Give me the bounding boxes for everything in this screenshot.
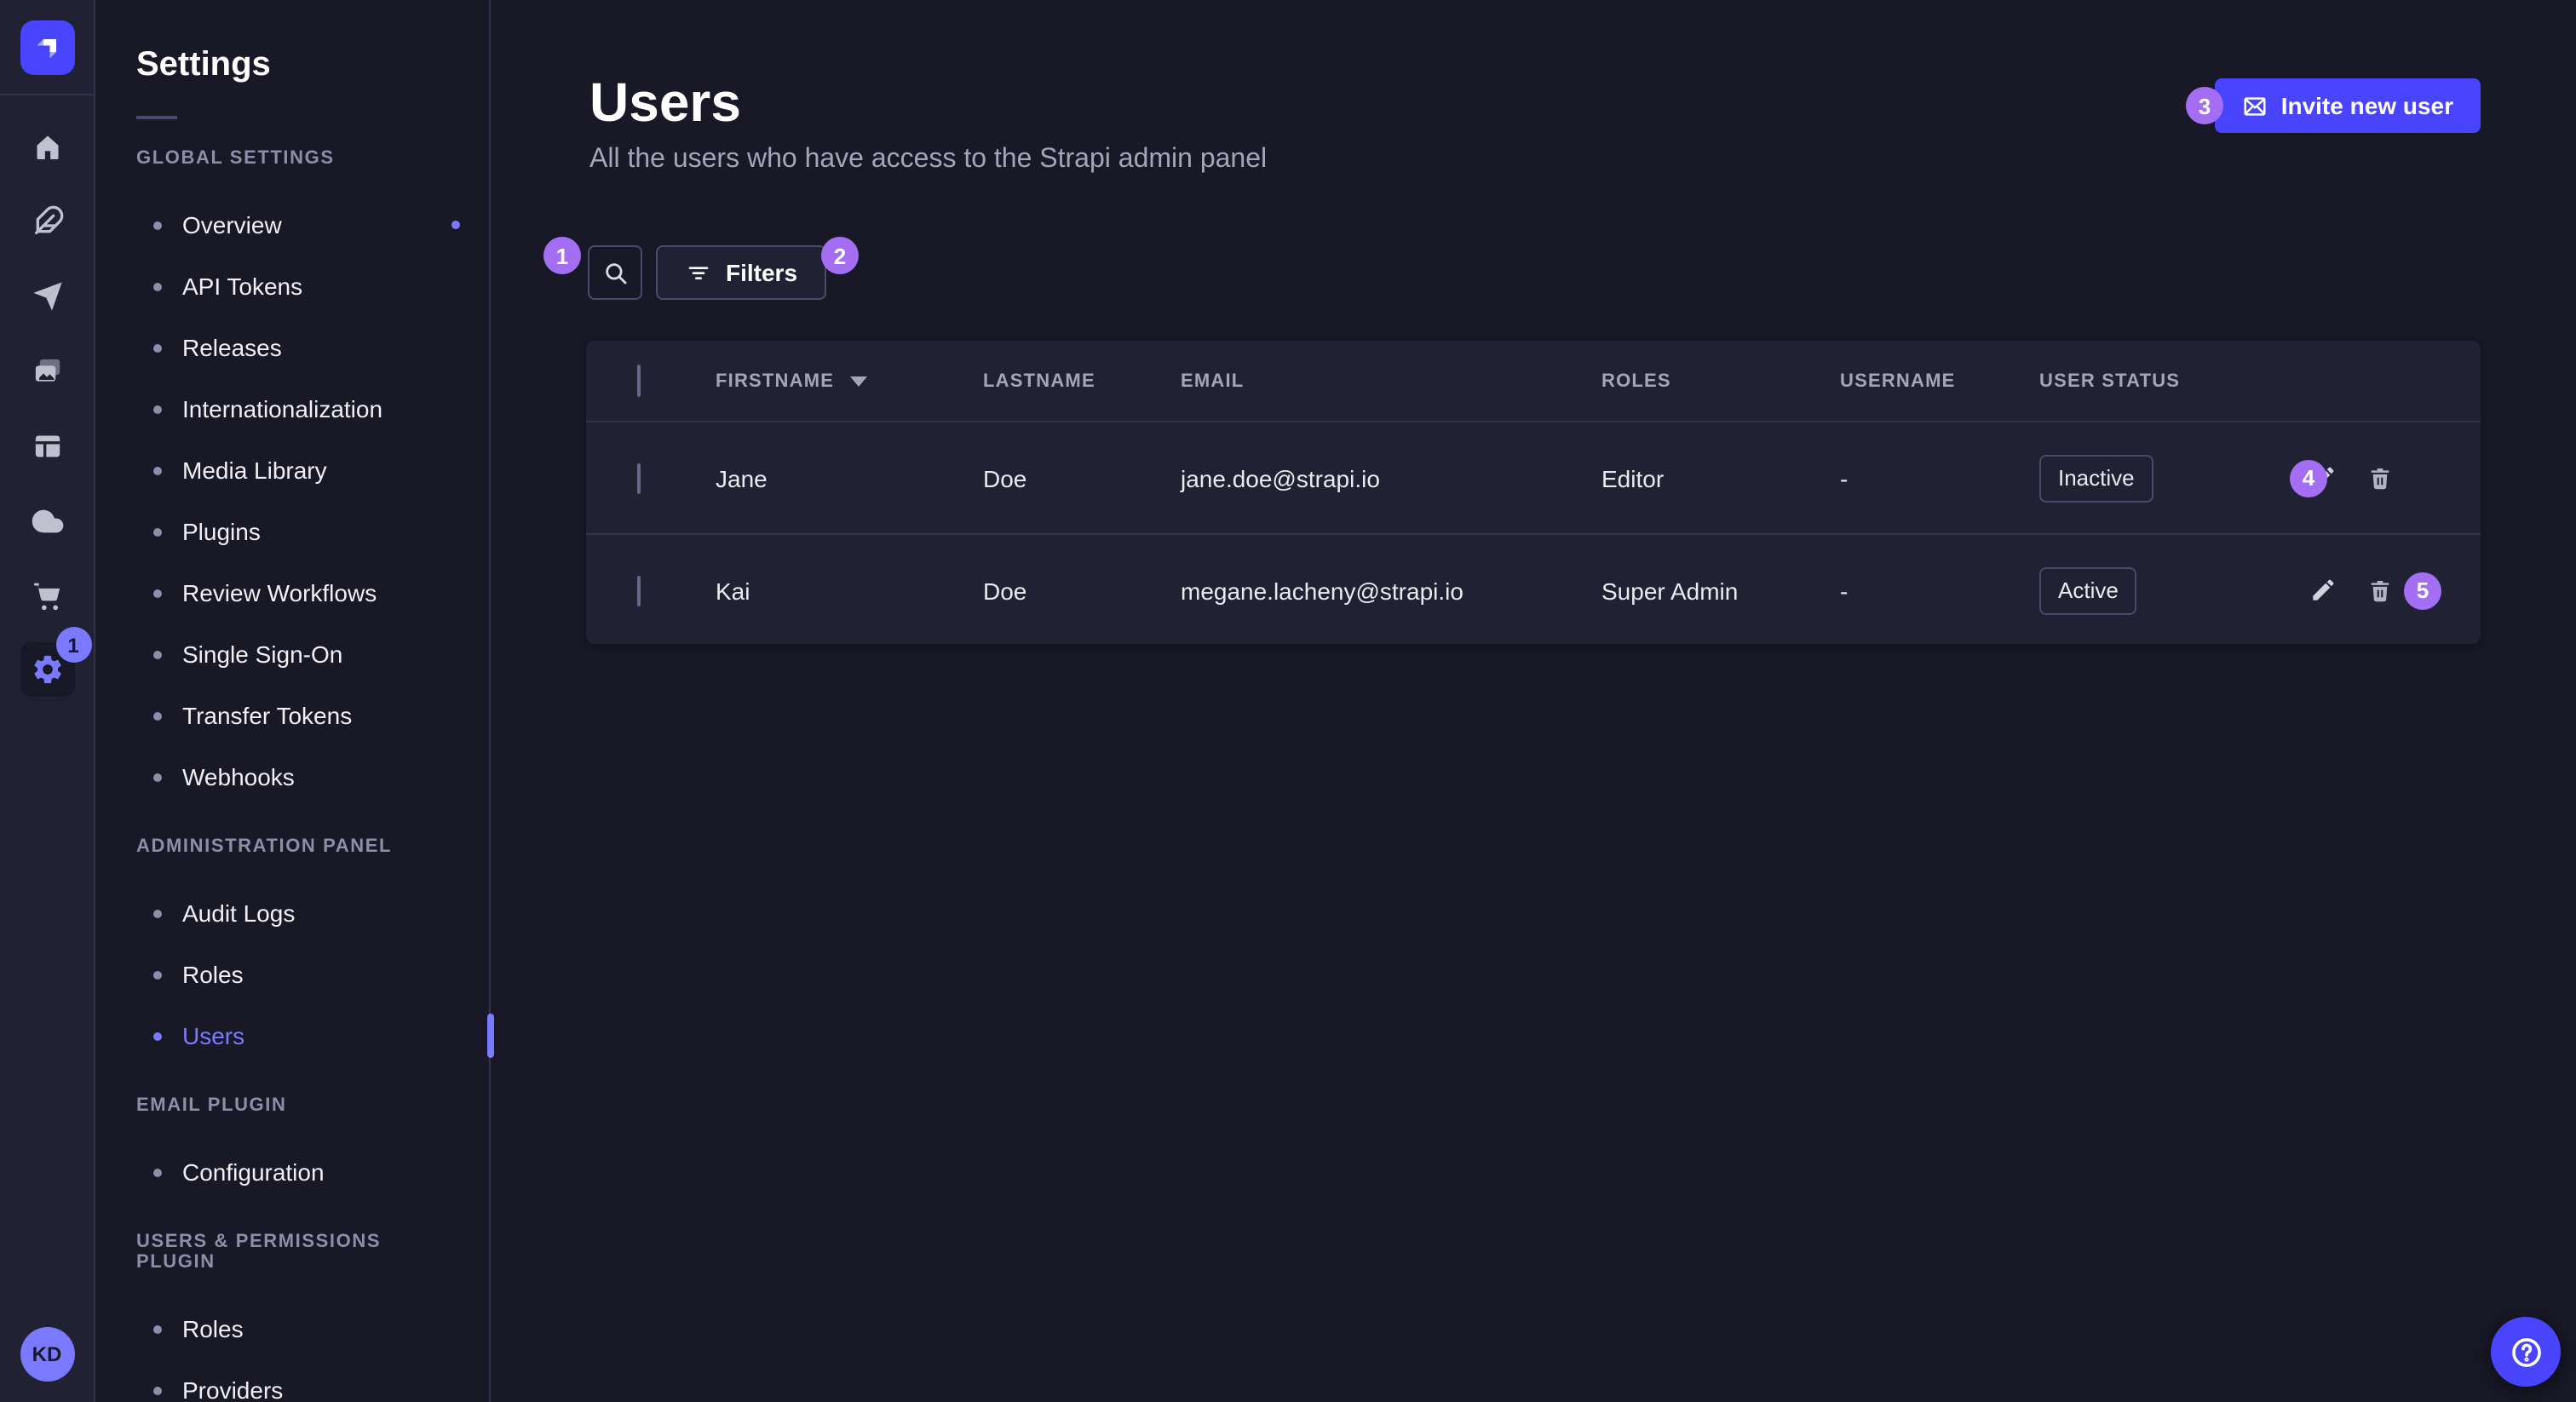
status-badge: Inactive [2039,454,2153,502]
column-header-user-status[interactable]: USER STATUS [2039,371,2244,391]
subnav-item-internationalization[interactable]: Internationalization [95,378,489,440]
subnav-item-admin-roles[interactable]: Roles [95,944,489,1005]
bullet-icon [153,1031,162,1040]
settings-gear-icon[interactable]: 1 [20,642,74,697]
media-library-icon[interactable] [9,334,84,409]
bullet-icon [153,1324,162,1333]
subnav-item-api-tokens[interactable]: API Tokens [95,256,489,317]
search-icon [601,258,630,287]
bullet-icon [153,589,162,597]
strapi-logo[interactable] [20,20,74,74]
bullet-icon [153,650,162,658]
bullet-icon [153,773,162,781]
cell-roles: Super Admin [1601,577,1840,604]
bullet-icon [153,711,162,720]
bullet-icon [153,343,162,352]
subnav-item-transfer-tokens[interactable]: Transfer Tokens [95,685,489,746]
bullet-icon [153,970,162,979]
filter-lines-icon [685,259,712,286]
page-subtitle: All the users who have access to the Str… [589,140,1267,181]
cell-firstname: Jane [716,464,983,491]
search-button[interactable] [588,245,642,300]
subnav-item-up-roles[interactable]: Roles [95,1298,489,1359]
cell-username: - [1840,464,2039,491]
subnav-item-media-library[interactable]: Media Library [95,440,489,501]
subnav-item-webhooks[interactable]: Webhooks [95,746,489,807]
bullet-icon [153,909,162,917]
subnav-item-plugins[interactable]: Plugins [95,501,489,562]
delete-trash-icon[interactable] [2366,464,2394,491]
cell-lastname: Doe [983,464,1181,491]
help-button[interactable] [2491,1317,2561,1387]
feather-icon[interactable] [9,184,84,259]
subnav-item-review-workflows[interactable]: Review Workflows [95,562,489,623]
title-divider [136,116,177,119]
main-content: Users All the users who have access to t… [491,0,2576,1402]
section-label-global-settings: GLOBAL SETTINGS [136,148,448,169]
column-header-firstname[interactable]: FIRSTNAME [716,371,983,391]
cell-roles: Editor [1601,464,1840,491]
status-badge: Active [2039,566,2137,614]
subnav-item-configuration[interactable]: Configuration [95,1141,489,1203]
bullet-icon [153,221,162,229]
section-label-users-permissions-plugin: USERS & PERMISSIONS PLUGIN [136,1232,448,1273]
bullet-icon [153,282,162,290]
table-header-row: FIRSTNAME LASTNAME EMAIL ROLES USERNAME … [586,341,2481,422]
section-label-administration-panel: ADMINISTRATION PANEL [136,836,448,857]
row-checkbox[interactable] [637,575,641,606]
annotation-badge-1: 1 [543,237,581,274]
table-row[interactable]: Kai Doe megane.lacheny@strapi.io Super A… [586,533,2481,644]
annotation-badge-5: 5 [2404,572,2441,609]
cart-icon[interactable] [9,559,84,634]
column-header-username[interactable]: USERNAME [1840,371,2039,391]
subnav-title: Settings [136,41,448,89]
cloud-icon[interactable] [9,484,84,559]
subnav-item-providers[interactable]: Providers [95,1359,489,1402]
column-header-lastname[interactable]: LASTNAME [983,371,1181,391]
column-header-email[interactable]: EMAIL [1181,371,1601,391]
paper-plane-icon[interactable] [9,259,84,334]
subnav-item-overview[interactable]: Overview [95,194,489,256]
subnav-item-releases[interactable]: Releases [95,317,489,378]
strapi-admin-app: 1 KD Settings GLOBAL SETTINGS Overview A… [0,0,2576,1402]
layout-icon[interactable] [9,409,84,484]
settings-subnav: Settings GLOBAL SETTINGS Overview API To… [95,0,491,1402]
user-avatar[interactable]: KD [20,1327,74,1382]
subnav-item-single-sign-on[interactable]: Single Sign-On [95,623,489,685]
cell-lastname: Doe [983,577,1181,604]
users-table: FIRSTNAME LASTNAME EMAIL ROLES USERNAME … [586,341,2481,644]
settings-notification-badge: 1 [55,627,91,663]
section-label-email-plugin: EMAIL PLUGIN [136,1095,448,1116]
envelope-icon [2242,93,2268,118]
cell-email: megane.lacheny@strapi.io [1181,577,1601,604]
edit-pencil-icon[interactable] [2309,577,2336,604]
subnav-item-users[interactable]: Users [95,1005,489,1066]
cell-username: - [1840,577,2039,604]
bullet-icon [153,405,162,413]
invite-new-user-button[interactable]: Invite new user [2215,78,2481,133]
column-header-roles[interactable]: ROLES [1601,371,1840,391]
main-nav-rail: 1 KD [0,0,95,1402]
delete-trash-icon[interactable] [2366,577,2394,604]
select-all-checkbox[interactable] [637,364,641,396]
list-toolbar: 1 Filters 2 [491,245,2576,300]
filters-button[interactable]: Filters [656,245,826,300]
bullet-icon [153,1168,162,1176]
cell-email: jane.doe@strapi.io [1181,464,1601,491]
bullet-icon [153,1386,162,1394]
bullet-icon [153,527,162,536]
annotation-badge-4: 4 [2290,459,2327,497]
page-title: Users [589,68,741,136]
bullet-icon [153,466,162,474]
sort-caret-icon [849,376,866,386]
table-row[interactable]: Jane Doe jane.doe@strapi.io Editor - Ina… [586,422,2481,533]
subnav-item-audit-logs[interactable]: Audit Logs [95,882,489,944]
annotation-badge-3: 3 [2186,87,2223,124]
question-icon [2507,1333,2544,1370]
notification-dot-icon [451,221,460,229]
home-icon[interactable] [9,109,84,184]
annotation-badge-2: 2 [821,237,859,274]
row-checkbox[interactable] [637,463,641,493]
cell-firstname: Kai [716,577,983,604]
